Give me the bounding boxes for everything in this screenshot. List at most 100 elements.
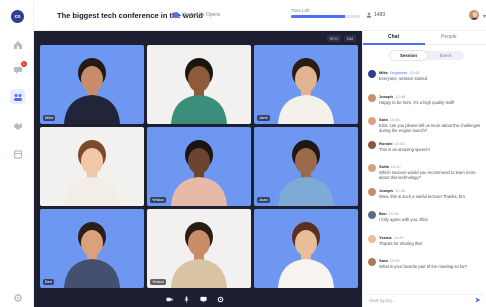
avatar <box>368 164 376 172</box>
message-text: Thanks for sharing this! <box>379 240 423 246</box>
video-tile[interactable]: Yesica <box>147 127 251 206</box>
settings-button[interactable] <box>214 294 227 304</box>
video-tile[interactable]: Ben <box>40 209 144 288</box>
video-tile[interactable] <box>254 209 358 288</box>
message-time: 10:46 <box>389 117 400 122</box>
message-header: Joseph 10:46 <box>379 94 405 99</box>
message-time: 10:48 <box>395 187 406 193</box>
camera-icon <box>166 297 173 301</box>
avatar <box>368 140 376 149</box>
stage-tool-button-b[interactable]: DM <box>343 35 356 42</box>
message-header: Ben 10:48 <box>379 211 399 216</box>
video-tile[interactable]: Yesica <box>147 209 251 288</box>
video-tile[interactable]: Mike <box>40 45 144 124</box>
video-tile[interactable] <box>147 45 251 124</box>
participant-video-icon <box>171 58 227 124</box>
avatar <box>368 70 376 78</box>
avatar <box>368 117 376 125</box>
avatar <box>368 187 376 196</box>
participant-video-icon <box>64 222 120 288</box>
message-text: I fully agree with you, Eliot <box>379 217 428 222</box>
tab-people[interactable]: People <box>441 34 457 40</box>
microphone-icon <box>184 295 189 303</box>
gear-icon <box>217 296 224 302</box>
handshake-icon <box>13 122 22 130</box>
message-text: Happy to be here, it's a high quality st… <box>379 99 455 105</box>
message-text: Eliot, can you please tell us more about… <box>379 123 481 134</box>
message-time: 10:46 <box>394 140 405 146</box>
calendar-icon <box>13 149 22 159</box>
viewer-count: 1483 <box>366 12 385 18</box>
message-text: Everyone, session started <box>379 76 428 81</box>
panel-tabs: Chat People <box>363 31 486 45</box>
screen-share-button[interactable] <box>197 294 210 304</box>
host-label: Hosted by Opera <box>182 12 220 18</box>
video-tile[interactable] <box>40 127 144 206</box>
participant-video-icon <box>171 140 227 206</box>
message-author: Joseph <box>379 187 394 193</box>
message-time: 10:47 <box>390 164 401 169</box>
chat-scope-toggle: Session Event <box>390 51 464 60</box>
active-tab-indicator <box>363 43 425 45</box>
call-controls <box>163 294 227 304</box>
user-avatar[interactable] <box>468 9 480 21</box>
stage-tools: SFO DM <box>326 35 356 42</box>
message-text: This is an amazing speech! <box>379 146 430 152</box>
message-author: Joseph <box>379 93 394 99</box>
message-header: Ronnie 10:46 <box>379 141 405 146</box>
settings-nav-button[interactable] <box>10 290 25 305</box>
participant-name-tag: Juan <box>257 197 270 203</box>
participant-video-icon <box>64 58 120 124</box>
notification-badge: 1 <box>20 61 27 67</box>
message-time: 10:49 <box>393 234 404 240</box>
participant-video-icon <box>278 140 334 206</box>
chat-input[interactable]: Start typing... <box>367 294 483 304</box>
app-logo[interactable]: co <box>11 10 24 23</box>
monitor-icon <box>200 296 207 302</box>
chat-panel: Chat People Session Event Mike Organizer 1… <box>362 31 486 307</box>
message-header: Mike Organizer 10:45 <box>379 70 419 75</box>
stage-nav-button[interactable] <box>10 89 25 104</box>
message-header: Yesica 10:49 <box>379 235 403 240</box>
host-info: Hosted by Opera <box>173 12 220 18</box>
user-avatar-icon <box>470 12 479 20</box>
video-tile[interactable]: Juan <box>254 127 358 206</box>
avatar <box>368 211 376 219</box>
messages-nav-button[interactable]: 1 <box>10 61 27 77</box>
send-icon[interactable] <box>475 297 481 303</box>
stage-tool-button-a[interactable]: SFO <box>326 35 341 42</box>
gear-icon <box>13 293 22 302</box>
host-avatar-icon <box>173 12 179 18</box>
message-text: What is your favorite part of the meetin… <box>379 264 468 269</box>
segment-event[interactable]: Event <box>427 51 464 60</box>
participant-name-tag: Jane <box>257 115 270 121</box>
viewer-count-value: 1483 <box>374 12 386 18</box>
participant-video-icon <box>278 222 334 288</box>
message-author: Ben <box>379 211 387 216</box>
video-tile[interactable]: Jane <box>254 45 358 124</box>
app-window: co 1 The biggest tech conference in the … <box>0 0 486 307</box>
home-nav-button[interactable] <box>10 37 25 52</box>
tab-chat[interactable]: Chat <box>388 34 399 40</box>
message-header: Sara 10:49 <box>379 258 400 263</box>
microphone-button[interactable] <box>180 294 193 304</box>
message-author: Sofia <box>379 164 389 169</box>
expo-nav-button[interactable] <box>10 118 25 133</box>
participant-name-tag: Yesica <box>150 197 166 203</box>
camera-button[interactable] <box>163 294 176 304</box>
time-left-label: Time Left <box>291 8 310 13</box>
video-grid: Mike Jane Yesica Juan Ben Yesica <box>40 45 358 289</box>
message-time: 10:46 <box>395 93 406 99</box>
schedule-nav-button[interactable] <box>10 146 25 161</box>
participant-name-tag: Ben <box>43 279 55 285</box>
video-stage: SFO DM Mike Jane Yesica Juan Ben Yesica <box>34 31 362 307</box>
left-rail: co 1 <box>0 0 34 307</box>
participant-video-icon <box>171 222 227 288</box>
message-text: Which sources would you recommend to lea… <box>379 170 476 181</box>
message-author: Mike <box>379 70 388 75</box>
avatar <box>368 234 376 243</box>
segment-session[interactable]: Session <box>390 51 427 60</box>
person-icon <box>366 12 372 18</box>
participant-name-tag: Yesica <box>150 279 166 285</box>
time-left-track <box>291 15 360 18</box>
